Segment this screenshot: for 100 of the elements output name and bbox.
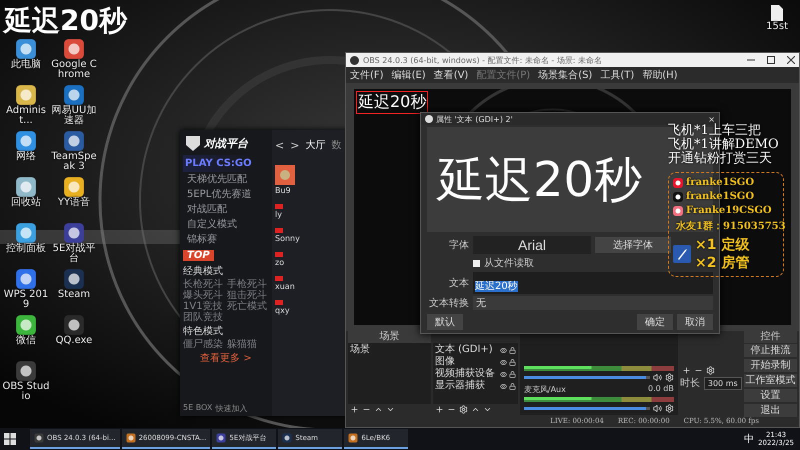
file-icon[interactable]	[770, 4, 784, 22]
menu-item[interactable]: 查看(V)	[434, 68, 468, 82]
sidebar-item[interactable]: 5EPL优先赛道	[183, 188, 269, 202]
flag-icon	[275, 204, 283, 209]
flag-icon	[275, 276, 283, 281]
desktop-icon-label[interactable]: 回收站	[11, 198, 41, 208]
mode-link[interactable]: 手枪死斗	[227, 279, 269, 290]
source-item[interactable]: 文本 (GDI+)	[434, 344, 498, 356]
mode-link[interactable]: 团队竞技	[183, 312, 225, 323]
add-icon[interactable]	[434, 405, 444, 414]
duration-field[interactable]: 300 ms	[704, 376, 742, 390]
add-icon[interactable]	[682, 366, 691, 375]
eye-icon[interactable]	[500, 382, 507, 390]
defaults-button[interactable]: 默认	[427, 314, 463, 330]
dialog-title: 属性 '文本 (GDI+) 2'	[436, 114, 514, 125]
eye-icon[interactable]	[500, 370, 507, 378]
windows-logo-icon[interactable]	[4, 433, 16, 445]
control-button[interactable]: 设置	[744, 389, 797, 402]
play-banner[interactable]: PLAY CS:GO	[183, 155, 254, 172]
nav-tab[interactable]: 数	[331, 138, 342, 152]
cancel-button[interactable]: 取消	[677, 314, 713, 330]
lock-icon[interactable]	[508, 382, 516, 390]
control-button[interactable]: 工作室模式	[744, 374, 797, 387]
lock-icon[interactable]	[508, 358, 516, 366]
mode-link[interactable]: 1V1竞技	[183, 301, 225, 312]
sidebar-item[interactable]: 对战匹配	[183, 203, 269, 217]
selected-text-source[interactable]: 延迟20秒	[356, 91, 428, 114]
lock-icon[interactable]	[508, 370, 516, 378]
move-up-icon[interactable]	[470, 405, 480, 414]
top-badge[interactable]: TOP	[183, 250, 214, 261]
settings-icon[interactable]	[706, 366, 715, 375]
flag-icon	[275, 252, 283, 257]
control-button[interactable]: 停止推流	[744, 344, 797, 357]
preview-text: 延迟20秒	[437, 150, 642, 210]
move-down-icon[interactable]	[386, 405, 395, 414]
menu-item[interactable]: 场景集合(S)	[538, 68, 592, 82]
desktop-icon-label[interactable]: Steam	[58, 290, 90, 300]
mode-link[interactable]: 长枪死斗	[183, 279, 225, 290]
settings-icon[interactable]	[458, 405, 468, 414]
ime-indicator[interactable]: 中	[744, 432, 754, 446]
menu-item[interactable]: 帮助(H)	[642, 68, 678, 82]
desktop-icon-label[interactable]: OBS Studio	[2, 382, 50, 402]
speaker-icon[interactable]	[652, 373, 662, 382]
menu-item[interactable]: 编辑(E)	[392, 68, 426, 82]
mode-link[interactable]: 死亡模式	[227, 301, 269, 312]
source-item[interactable]: 视频捕获设备	[434, 368, 498, 380]
app-icon	[15, 314, 37, 336]
add-icon[interactable]	[350, 405, 359, 414]
source-item[interactable]: 显示器捕获	[434, 380, 498, 392]
eye-icon[interactable]	[500, 346, 507, 354]
mode-link[interactable]: 躲猫猫	[227, 339, 269, 350]
mode-link[interactable]: 僵尸感染	[183, 339, 225, 350]
menu-item[interactable]: 工具(T)	[600, 68, 634, 82]
control-button[interactable]: 退出	[744, 404, 797, 417]
text-field[interactable]: 延迟20秒	[473, 272, 713, 294]
desktop-icon-label[interactable]: QQ.exe	[56, 336, 92, 346]
back-button[interactable]: <	[275, 138, 284, 152]
app-icon	[63, 268, 85, 290]
desktop-icon-label[interactable]: 网易UU加速器	[50, 106, 98, 126]
mode-link[interactable]: 狙击死斗	[227, 290, 269, 301]
nav-tab[interactable]: 大厅	[305, 138, 326, 152]
forward-button[interactable]: >	[290, 138, 300, 152]
menu-item[interactable]: 文件(F)	[350, 68, 384, 82]
transform-select[interactable]: 无	[473, 296, 713, 310]
desktop-icon-label[interactable]: TeamSpeak 3	[50, 152, 98, 172]
move-up-icon[interactable]	[374, 405, 383, 414]
sidebar-item[interactable]: 天梯优先匹配	[183, 173, 269, 187]
desktop-icon-label[interactable]: YY语音	[58, 198, 90, 208]
desktop-icon-label[interactable]: 网络	[16, 152, 36, 162]
sidebar-item[interactable]: 自定义模式	[183, 218, 269, 232]
desktop-icon-label[interactable]: 控制面板	[6, 244, 46, 254]
more-link[interactable]: 查看更多 >	[200, 351, 252, 365]
sidebar-item[interactable]: 锦标赛	[183, 233, 269, 247]
desktop-icon-label[interactable]: 5E对战平台	[50, 244, 98, 264]
maximize-icon[interactable]	[767, 56, 775, 64]
social-handle: 水友1群：915035753	[676, 220, 786, 233]
desktop-icon-label[interactable]: 此电脑	[11, 60, 41, 70]
choose-font-button[interactable]: 选择字体	[595, 237, 671, 253]
move-down-icon[interactable]	[482, 405, 492, 414]
font-field[interactable]: Arial	[473, 236, 591, 254]
settings-icon[interactable]	[664, 404, 674, 413]
ok-button[interactable]: 确定	[637, 314, 673, 330]
footer-link[interactable]: 5E BOX	[183, 403, 212, 414]
desktop-icon-label[interactable]: WPS 2019	[2, 290, 50, 310]
speaker-icon[interactable]	[652, 404, 662, 413]
source-item[interactable]: 图像	[434, 356, 498, 368]
checkbox[interactable]	[473, 260, 480, 266]
footer-link[interactable]: 快速加入	[215, 403, 248, 414]
desktop-icon-label[interactable]: Administ...	[2, 106, 50, 126]
scene-item[interactable]: 场景	[350, 344, 429, 356]
close-button[interactable]: ×	[708, 114, 715, 124]
lock-icon[interactable]	[508, 346, 516, 354]
close-icon[interactable]	[787, 56, 795, 64]
control-button[interactable]: 开始录制	[744, 359, 797, 372]
desktop-icon-label[interactable]: 15st	[766, 22, 788, 32]
desktop-icon-label[interactable]: 微信	[16, 336, 36, 346]
desktop-icon-label[interactable]: Google Chrome	[50, 60, 98, 80]
settings-icon[interactable]	[664, 373, 674, 382]
mode-link[interactable]: 爆头死斗	[183, 290, 225, 301]
eye-icon[interactable]	[500, 358, 507, 366]
